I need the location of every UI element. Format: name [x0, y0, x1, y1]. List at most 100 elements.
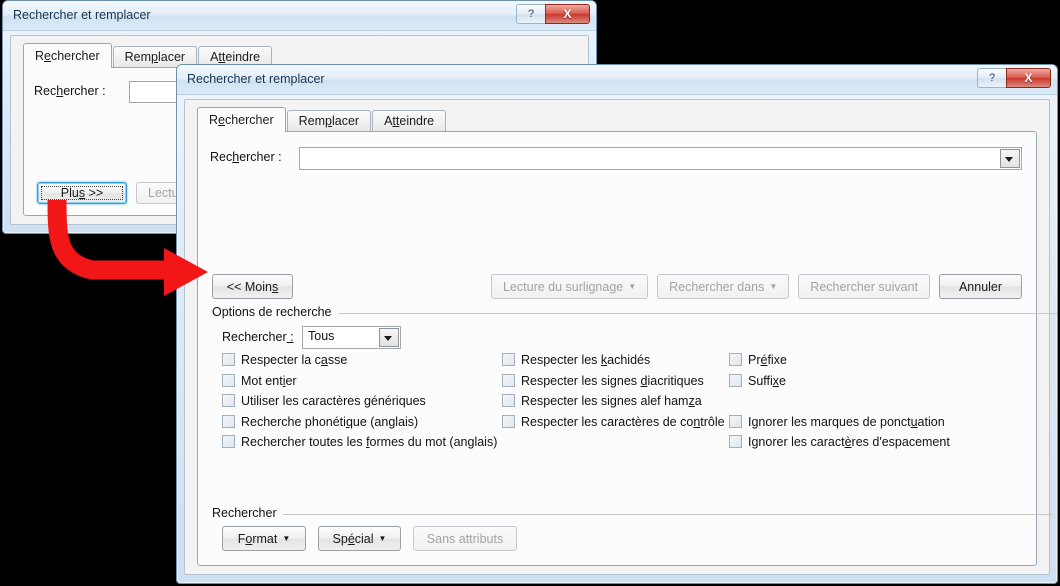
label-part: ercher : — [63, 84, 106, 98]
tab-accesskey: e — [218, 113, 225, 127]
screenshot-root: Rechercher et remplacer ? X Rechercher R… — [0, 0, 1060, 586]
front-dialog-titlebar[interactable]: Rechercher et remplacer ? X — [177, 65, 1057, 95]
tab-atteindre[interactable]: Atteindre — [372, 110, 447, 132]
more-button[interactable]: Plus >> — [37, 182, 127, 204]
checkbox-box[interactable] — [502, 353, 515, 366]
checkbox-label-post: er — [285, 373, 297, 388]
label-accesskey: : — [286, 330, 294, 344]
checkbox-box[interactable] — [222, 394, 235, 407]
tab-accesskey: e — [44, 49, 51, 63]
button-label: Annuler — [958, 279, 1003, 294]
tab-rechercher[interactable]: Rechercher — [197, 107, 286, 132]
checkbox-label-post: sse — [327, 353, 348, 367]
front-tabpanel: Rechercher : << Moin s Lecture du surlign… — [197, 131, 1057, 566]
col3-checkbox-0[interactable]: Préfixe — [729, 353, 787, 367]
checkbox-label: Utiliser les caractères — [241, 394, 364, 408]
label-part: >> — [85, 186, 104, 200]
col1-checkbox-0[interactable]: Respecter la casse — [222, 353, 347, 367]
col2-checkbox-3[interactable]: Respecter les caractères de contrôle — [502, 414, 725, 429]
label-part: Rec — [34, 84, 57, 98]
col3-checkbox-1[interactable]: Suffixe — [729, 373, 786, 388]
close-icon[interactable]: X — [545, 4, 590, 24]
checkbox-box[interactable] — [222, 353, 235, 366]
checkbox-box[interactable] — [222, 373, 235, 387]
checkbox-label: Respecter les signes — [521, 373, 641, 388]
special-button[interactable]: Sp é cial ▼ — [318, 526, 401, 551]
less-button-wrap: << Moin s — [212, 274, 293, 299]
button-label: Sans attributs — [426, 531, 504, 546]
button-label: Sp — [332, 531, 348, 546]
help-icon[interactable]: ? — [977, 68, 1006, 88]
back-dialog-titlebar[interactable]: Rechercher et remplacer ? X — [3, 1, 596, 31]
col3-checkbox-3[interactable]: Ignorer les caractères d'espacement — [729, 435, 950, 449]
checkbox-box[interactable] — [222, 435, 235, 448]
checkbox-box[interactable] — [729, 435, 742, 448]
front-dialog-body: Rechercher Remplacer Atteindre Recherche… — [184, 99, 1057, 575]
back-dialog-title: Rechercher et remplacer — [13, 8, 151, 22]
no-formatting-button[interactable]: Sans attributs — [413, 526, 517, 551]
front-action-buttons: Lecture du surlignage ▼ Rechercher dans ▼ … — [491, 274, 1022, 299]
group-label-text: Rechercher — [212, 506, 277, 520]
find-input[interactable] — [299, 147, 1022, 170]
checkbox-label-post: a — [694, 394, 702, 408]
chevron-down-icon[interactable] — [1000, 149, 1020, 168]
col2-checkbox-0[interactable]: Respecter les kachidés — [502, 353, 650, 367]
checkbox-label: Ignorer les caract — [748, 435, 845, 449]
find-next-button[interactable]: Rechercher suivant — [798, 274, 930, 299]
col1-checkbox-4[interactable]: Rechercher toutes les formes du mot (ang… — [222, 435, 497, 449]
checkbox-box[interactable] — [222, 414, 235, 428]
checkbox-label: Respecter les caractères de co — [521, 414, 694, 429]
button-accesskey: o — [245, 531, 253, 546]
col1-checkbox-3[interactable]: Recherche phonétique (anglais) — [222, 414, 419, 429]
find-label: Rechercher : — [210, 150, 282, 164]
format-button[interactable]: Fo rmat ▼ — [222, 526, 306, 551]
checkbox-box[interactable] — [729, 353, 742, 366]
label-part: Rechercher — [222, 330, 287, 344]
checkbox-accesskey: u — [910, 414, 918, 429]
find-in-button[interactable]: Rechercher dans ▼ — [657, 274, 790, 299]
group-divider — [282, 514, 1053, 515]
tab-label-part: chercher — [50, 49, 100, 63]
checkbox-label-post: fixe — [767, 353, 787, 367]
back-tab-rechercher[interactable]: Rechercher — [23, 43, 112, 68]
read-highlight-button[interactable]: Lecture du surlignage ▼ — [491, 274, 649, 299]
button-label: Rechercher dans — [669, 279, 765, 294]
group-label-text: Options de recherche — [212, 305, 332, 319]
checkbox-box[interactable] — [729, 414, 742, 428]
col2-checkbox-2[interactable]: Respecter les signes alef hamza — [502, 394, 702, 408]
front-find-replace-dialog[interactable]: Rechercher et remplacer ? X Rechercher R… — [176, 64, 1058, 584]
col1-checkbox-2[interactable]: Utiliser les caractères génériques — [222, 394, 426, 408]
button-accesskey: é — [347, 531, 355, 546]
close-icon[interactable]: X — [1006, 68, 1051, 88]
search-options-group-label: Options de recherche — [212, 305, 1057, 319]
checkbox-box[interactable] — [502, 414, 515, 428]
checkbox-box[interactable] — [502, 373, 515, 387]
col2-checkbox-1[interactable]: Respecter les signes diacritiques — [502, 373, 704, 388]
checkbox-box[interactable] — [502, 394, 515, 407]
group-divider — [337, 313, 1057, 314]
checkbox-label: Ignorer les marques de ponct — [748, 414, 911, 429]
cancel-button[interactable]: Annuler — [939, 274, 1022, 299]
button-label-post: rmat — [252, 531, 278, 546]
chevron-down-icon: ▼ — [769, 281, 778, 291]
checkbox-label-post: ue (anglais) — [352, 414, 419, 429]
chevron-down-icon[interactable] — [379, 328, 399, 347]
button-accesskey: s — [271, 279, 279, 294]
checkbox-box[interactable] — [729, 373, 742, 387]
chevron-down-icon: ▼ — [282, 533, 291, 543]
tab-accesskey: p — [325, 114, 332, 128]
scope-select[interactable]: Tous — [302, 326, 401, 349]
find-group-label: Rechercher — [212, 506, 1053, 520]
col1-checkbox-1[interactable]: Mot entier — [222, 373, 297, 388]
tab-remplacer[interactable]: Remplacer — [286, 110, 372, 132]
checkbox-label: Respecter les — [521, 353, 601, 367]
label-part: Rec — [210, 150, 233, 164]
checkbox-label: Mot ent — [241, 373, 283, 388]
col3-checkbox-2[interactable]: Ignorer les marques de ponctuation — [729, 414, 945, 429]
tab-label-part: eindre — [225, 50, 261, 64]
front-dialog-title-buttons[interactable]: ? X — [977, 68, 1051, 88]
less-button[interactable]: << Moin s — [212, 274, 293, 299]
help-icon[interactable]: ? — [516, 4, 545, 24]
back-dialog-title-buttons[interactable]: ? X — [516, 4, 590, 24]
front-tabstrip[interactable]: Rechercher Remplacer Atteindre — [197, 107, 447, 132]
